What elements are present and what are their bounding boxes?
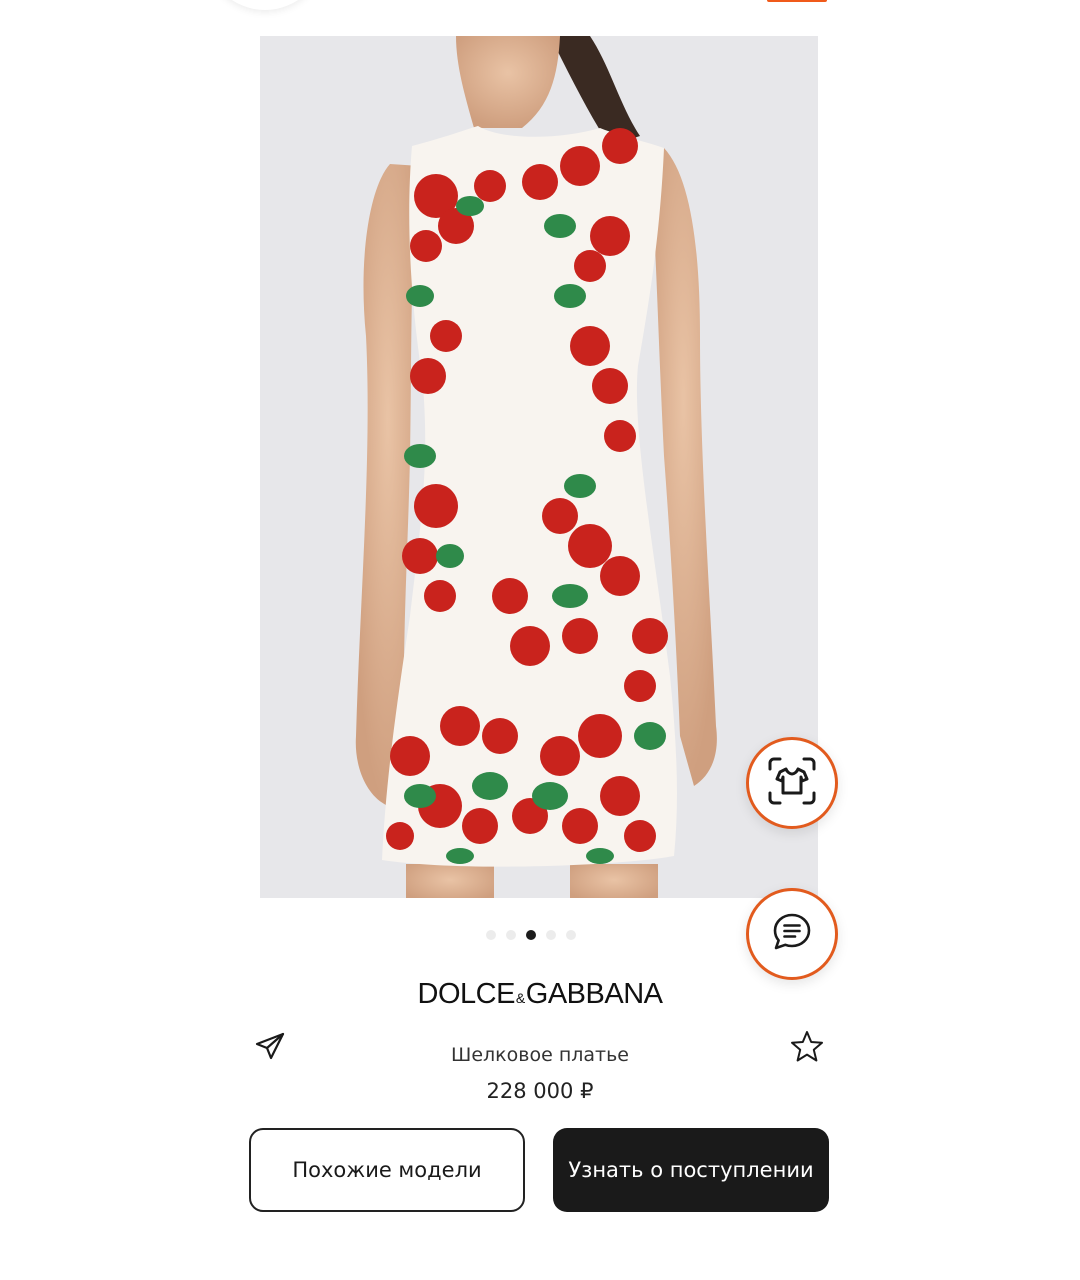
- top-badge-fragment: [767, 0, 827, 2]
- notify-arrival-button[interactable]: Узнать о поступлении: [553, 1128, 829, 1212]
- product-price: 228 000 ₽: [486, 1079, 594, 1103]
- top-control-fragment: [205, 0, 325, 10]
- notify-arrival-label: Узнать о поступлении: [568, 1158, 814, 1182]
- gallery-dot-2[interactable]: [506, 930, 516, 940]
- gallery-pagination: [486, 930, 576, 940]
- product-name: Шелковое платье: [451, 1044, 629, 1066]
- tshirt-scan-icon: [766, 755, 818, 811]
- brand-name[interactable]: DOLCE&GABBANA: [0, 978, 1080, 1011]
- brand-name-right: GABBANA: [525, 978, 663, 1010]
- chat-bubble-icon: [771, 911, 813, 957]
- gallery-dot-3-active[interactable]: [526, 930, 536, 940]
- gallery-dot-1[interactable]: [486, 930, 496, 940]
- dress-photo: [260, 36, 818, 898]
- brand-name-left: DOLCE: [417, 978, 516, 1010]
- product-image[interactable]: [260, 36, 818, 898]
- similar-models-label: Похожие модели: [292, 1158, 482, 1182]
- gallery-dot-4[interactable]: [546, 930, 556, 940]
- visual-search-button[interactable]: [746, 737, 838, 829]
- brand-name-amp: &: [515, 990, 525, 1006]
- gallery-dot-5[interactable]: [566, 930, 576, 940]
- similar-models-button[interactable]: Похожие модели: [249, 1128, 525, 1212]
- chat-button[interactable]: [746, 888, 838, 980]
